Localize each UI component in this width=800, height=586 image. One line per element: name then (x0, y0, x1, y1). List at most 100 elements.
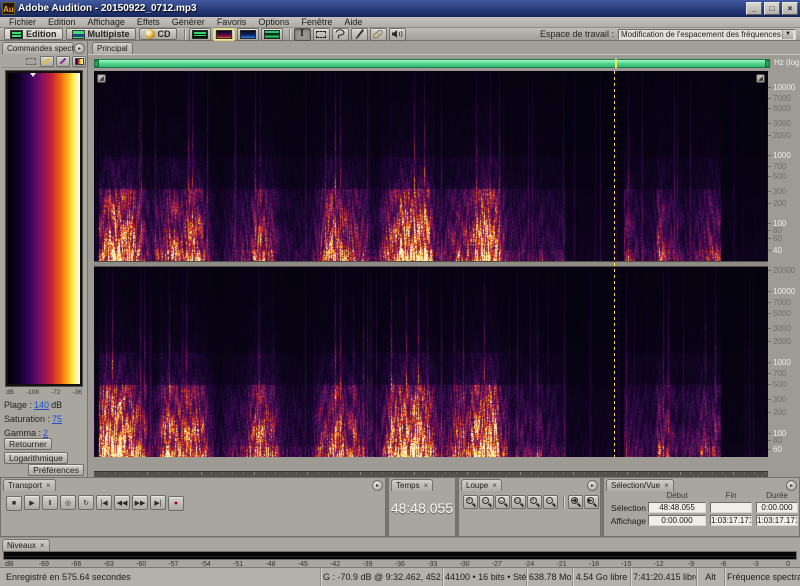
panel-menu-icon[interactable]: ▸ (587, 480, 598, 491)
minor-tick (296, 472, 298, 474)
pause-button[interactable]: Ⅱ (42, 495, 58, 510)
selection-field[interactable]: 1:03:17.171 (756, 515, 798, 526)
spectral-phase-display-button[interactable] (260, 27, 283, 41)
minor-tick (104, 472, 106, 474)
menu-générer[interactable]: Générer (166, 17, 211, 28)
zoom-out-horizontal-button[interactable]: − (479, 495, 494, 509)
go-to-beginning-button[interactable]: |◀ (96, 495, 112, 510)
freq-tick (768, 238, 771, 240)
record-button[interactable]: ● (168, 495, 184, 511)
maximize-button[interactable]: □ (764, 2, 780, 15)
close-icon[interactable]: × (664, 481, 669, 490)
lasso-selection-tool[interactable] (331, 27, 349, 41)
channel-select-left-icon[interactable]: ◢ (97, 74, 106, 83)
panel-menu-icon[interactable]: ▸ (372, 480, 383, 491)
minimize-button[interactable]: _ (746, 2, 762, 15)
play-from-cursor-button[interactable]: ◎ (60, 495, 76, 510)
spectrogram-display[interactable]: ◢ ◢ (94, 71, 768, 457)
menu-fichier[interactable]: Fichier (3, 17, 42, 28)
zoom-in-horizontal-button[interactable]: + (463, 495, 478, 509)
spectral-pan-display-button[interactable] (236, 27, 259, 41)
freq-tick-label: 60 (773, 234, 782, 244)
close-icon[interactable]: × (492, 481, 497, 490)
effects-paintbrush-tool[interactable] (350, 27, 368, 41)
marquee-selection-tool[interactable] (312, 27, 330, 41)
status-disk-free: 4.54 Go libre (572, 567, 630, 586)
minor-tick (136, 472, 138, 474)
zoom-to-selection-button[interactable]: ▭ (511, 495, 526, 509)
go-to-end-button[interactable]: ▶| (150, 495, 166, 510)
spectrogram-left-channel[interactable] (94, 71, 768, 261)
field-value[interactable]: 75 (52, 414, 62, 424)
edition-view-button[interactable]: Edition (4, 28, 63, 40)
zoom-right-edge-button[interactable]: ▶ (584, 495, 599, 509)
menu-favoris[interactable]: Favoris (211, 17, 253, 28)
spectrogram-right-channel[interactable] (94, 267, 768, 457)
fast-forward-button[interactable]: ▶▶ (132, 495, 148, 510)
panel-menu-icon[interactable]: ▸ (74, 43, 85, 54)
menu-effets[interactable]: Effets (131, 17, 166, 28)
selection-field[interactable] (710, 502, 752, 513)
loupe-tab[interactable]: Loupe × (461, 479, 502, 491)
level-meter[interactable] (3, 551, 797, 560)
spot-healing-brush-tool[interactable] (369, 27, 387, 41)
menu-options[interactable]: Options (252, 17, 295, 28)
stop-button[interactable]: ■ (6, 495, 22, 511)
multipiste-view-button[interactable]: Multipiste (65, 28, 136, 40)
colormap-marker[interactable] (29, 73, 36, 77)
freq-tick (768, 340, 771, 342)
spectral-colormap-editor[interactable] (5, 70, 83, 387)
logarithmic-button[interactable]: Logarithmique (4, 452, 68, 464)
cd-view-button[interactable]: CD (138, 28, 177, 40)
close-icon[interactable]: × (424, 481, 429, 490)
range-scroll-bar[interactable] (94, 59, 770, 68)
preferences-button[interactable]: Préférences (28, 464, 84, 476)
principal-tab[interactable]: Principal (92, 42, 133, 54)
zoom-out-vertical-button[interactable]: − (543, 495, 558, 509)
selection-field[interactable]: 48:48.055 (648, 502, 706, 513)
close-icon[interactable]: × (40, 541, 45, 550)
menu-fenêtre[interactable]: Fenêtre (295, 17, 338, 28)
field-value[interactable]: 140 (34, 400, 49, 410)
frequency-ruler-bottom[interactable]: 20000 10000 7000 5000 3000 2000 1000 700 500 300 2… (768, 266, 800, 457)
edit-color-high-button[interactable] (56, 55, 70, 67)
temps-tab[interactable]: Temps × (391, 479, 434, 491)
flip-colormap-button[interactable]: Retourner (4, 438, 52, 450)
zoom-in-vertical-button[interactable]: + (527, 495, 542, 509)
minor-tick (754, 472, 756, 474)
spectral-frequency-display-button[interactable] (212, 27, 235, 41)
selection-field[interactable]: 1:03:17.171 (710, 515, 752, 526)
field-value[interactable]: 2 (43, 428, 48, 438)
menu-edition[interactable]: Edition (42, 17, 82, 28)
chevron-down-icon[interactable]: ▼ (782, 29, 793, 39)
selection-field[interactable]: 0:00.000 (648, 515, 706, 526)
menu-affichage[interactable]: Affichage (82, 17, 131, 28)
play-button[interactable]: ▶ (24, 495, 40, 510)
zoom-left-edge-button[interactable]: ◀ (568, 495, 583, 509)
waveform-display-button[interactable] (188, 27, 211, 41)
rewind-button[interactable]: ◀◀ (114, 495, 130, 510)
gradient-preset-button[interactable] (72, 55, 86, 67)
freq-tick (768, 291, 771, 293)
menu-aide[interactable]: Aide (338, 17, 368, 28)
workspace-select[interactable]: Modification de l'espacement des fréquen… (618, 28, 796, 40)
minor-tick (722, 472, 724, 474)
time-selection-tool[interactable]: I (293, 27, 311, 41)
colormap-gradient[interactable] (8, 73, 80, 384)
play-looped-button[interactable]: ↻ (78, 495, 94, 510)
selection-vue-tab[interactable]: Sélection/Vue × (606, 479, 674, 491)
frequency-ruler-top[interactable]: 10000 7000 5000 3000 2000 1000 700 500 300 200 100… (768, 71, 800, 261)
transport-tab[interactable]: Transport × (3, 479, 56, 491)
niveaux-tab[interactable]: Niveaux × (2, 539, 50, 551)
colormap-scale-label: -36 (72, 389, 82, 396)
zoom-full-button[interactable]: ↔ (495, 495, 510, 509)
panel-menu-icon[interactable]: ▸ (786, 480, 797, 491)
spectral-controls-tab[interactable]: Commandes spectral (2, 42, 74, 54)
close-button[interactable]: × (782, 2, 798, 15)
freq-tick (768, 411, 771, 413)
edit-color-low-button[interactable] (40, 55, 54, 67)
channel-select-right-icon[interactable]: ◢ (756, 74, 765, 83)
scrub-tool[interactable] (388, 27, 406, 41)
close-icon[interactable]: × (46, 481, 51, 490)
selection-field[interactable]: 0:00.000 (756, 502, 798, 513)
